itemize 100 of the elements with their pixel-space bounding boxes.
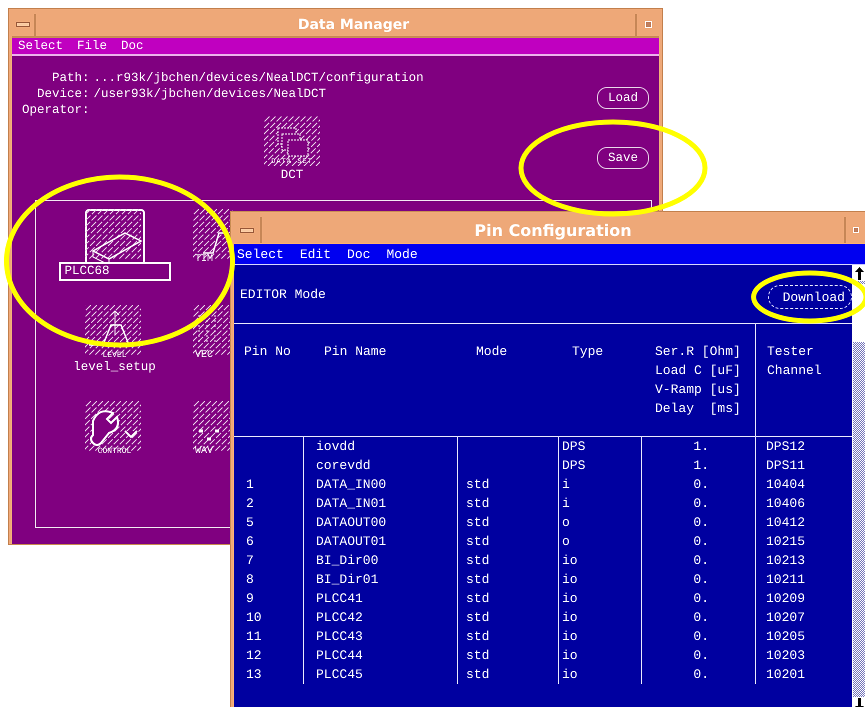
- download-button[interactable]: Download: [768, 285, 852, 309]
- table-cell: BI_Dir00: [304, 551, 458, 570]
- table-cell: 13: [234, 665, 304, 684]
- field-label: Operator:: [22, 102, 90, 118]
- table-cell-text: 10209: [765, 590, 806, 608]
- menu-item[interactable]: Select: [18, 39, 64, 53]
- menu-item[interactable]: Edit: [300, 246, 332, 262]
- table-cell: 0.: [642, 608, 756, 627]
- table-cell: std: [458, 551, 559, 570]
- table-cell: DPS: [559, 456, 642, 475]
- table-cell: io: [559, 608, 642, 627]
- action-button[interactable]: Save: [597, 147, 649, 169]
- column-header: Ser.R [Ohm] Load C [uF] V-Ramp [us] Delay [ms]: [655, 343, 741, 418]
- window-title: Data Manager: [296, 16, 410, 32]
- icon-caption: TIM: [194, 255, 214, 265]
- table-cell: o: [559, 532, 642, 551]
- table-cell: 1: [234, 475, 304, 494]
- table-cell-text: 10205: [765, 628, 806, 646]
- table-cell-text: 10201: [765, 666, 806, 684]
- table-cell: io: [559, 551, 642, 570]
- table-cell: 0.: [642, 494, 756, 513]
- icon-caption: CONTROL: [98, 447, 132, 457]
- table-cell-text: 10406: [765, 495, 806, 513]
- table-cell: 10: [234, 608, 304, 627]
- table-cell: 1.: [642, 456, 756, 475]
- table-cell: 7: [234, 551, 304, 570]
- table-cell: std: [458, 513, 559, 532]
- table-cell-text: 10207: [765, 609, 806, 627]
- menu-item[interactable]: Select: [237, 246, 284, 262]
- table-cell: std: [458, 627, 559, 646]
- table-cell: std: [458, 570, 559, 589]
- field-label: Path:: [51, 70, 90, 86]
- table-cell-text: 10404: [765, 476, 806, 494]
- table-cell: o: [559, 513, 642, 532]
- table-cell: 1.: [642, 437, 756, 456]
- table-cell: BI_Dir01: [304, 570, 458, 589]
- table-cell: 0.: [642, 589, 756, 608]
- mode-label: EDITOR Mode: [240, 286, 326, 302]
- column-header: Type: [572, 343, 604, 361]
- table-cell: std: [458, 646, 559, 665]
- table-cell-text: 10211: [765, 571, 806, 589]
- table-cell-text: 10412: [765, 514, 806, 532]
- table-cell: DATA_IN01: [304, 494, 458, 513]
- table-cell: io: [559, 665, 642, 684]
- table-cell: PLCC43: [304, 627, 458, 646]
- menu-item[interactable]: Doc: [121, 39, 144, 53]
- table-cell: 0.: [642, 475, 756, 494]
- table-cell-text: 10203: [765, 647, 806, 665]
- table-cell: corevdd: [304, 456, 458, 475]
- table-cell-text: 10215: [765, 533, 806, 551]
- table-cell: DATAOUT00: [304, 513, 458, 532]
- icon-name: level_setup: [73, 361, 156, 374]
- table-cell: i: [559, 475, 642, 494]
- table-cell: 0.: [642, 532, 756, 551]
- table-cell: io: [559, 627, 642, 646]
- table-cell: 11: [234, 627, 304, 646]
- table-cell: 5: [234, 513, 304, 532]
- table-cell: DATAOUT01: [304, 532, 458, 551]
- table-cell: PLCC42: [304, 608, 458, 627]
- menu-item[interactable]: Mode: [386, 246, 418, 262]
- action-button[interactable]: Load: [597, 87, 649, 109]
- table-cell: i: [559, 494, 642, 513]
- window-title: Pin Configuration: [473, 220, 633, 240]
- table-cell: 0.: [642, 665, 756, 684]
- icon-caption: VEC: [194, 351, 214, 361]
- table-cell: io: [559, 589, 642, 608]
- table-cell: 0.: [642, 646, 756, 665]
- table-cell: PLCC44: [304, 646, 458, 665]
- table-cell: std: [458, 475, 559, 494]
- column-header: Mode: [476, 343, 508, 361]
- dataset-icon: [264, 116, 320, 166]
- table-cell: 9: [234, 589, 304, 608]
- scrollbar[interactable]: [852, 265, 865, 707]
- table-cell-text: DPS12: [765, 438, 806, 456]
- table-cell: DPS: [559, 437, 642, 456]
- table-cell: 6: [234, 532, 304, 551]
- field-value: /user93k/jbchen/devices/NealDCT: [94, 86, 328, 102]
- menu-item[interactable]: Doc: [347, 246, 370, 262]
- table-cell: DATA_IN00: [304, 475, 458, 494]
- scroll-up-icon[interactable]: [853, 265, 865, 281]
- icon-caption: WAV: [194, 447, 214, 457]
- table-cell: std: [458, 532, 559, 551]
- table-cell: std: [458, 494, 559, 513]
- table-cell: std: [458, 608, 559, 627]
- menu-item[interactable]: File: [77, 39, 108, 53]
- name-input-field[interactable]: PLCC68: [58, 262, 170, 281]
- table-cell: 0.: [642, 513, 756, 532]
- field-label: Device:: [36, 86, 90, 102]
- table-cell: 12: [234, 646, 304, 665]
- table-cell: 2: [234, 494, 304, 513]
- chip-icon: [84, 209, 144, 265]
- table-cell: io: [559, 646, 642, 665]
- column-header: Pin Name: [324, 343, 386, 361]
- table-cell-text: DPS11: [765, 457, 806, 475]
- table-cell-text: 10213: [765, 552, 806, 570]
- table-cell: PLCC45: [304, 665, 458, 684]
- table-cell: PLCC41: [304, 589, 458, 608]
- column-header: Pin No: [244, 343, 291, 361]
- table-cell: 0.: [642, 627, 756, 646]
- table-cell: io: [559, 570, 642, 589]
